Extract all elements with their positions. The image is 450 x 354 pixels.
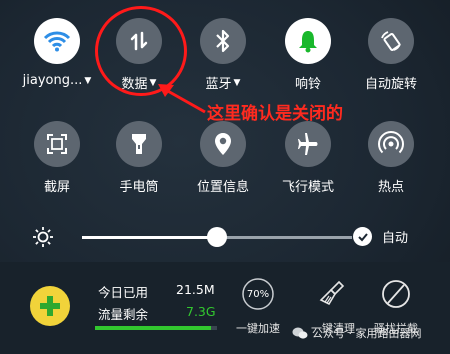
boost-button[interactable]: 70% 一键加速 bbox=[228, 276, 288, 336]
today-used-label: 今日已用 bbox=[98, 285, 149, 300]
auto-brightness-toggle[interactable]: 自动 bbox=[353, 227, 408, 246]
flashlight-label: 手电筒 bbox=[119, 180, 159, 195]
broom-icon bbox=[315, 276, 351, 312]
watermark-text: 公众号 · 家用路由器网 bbox=[312, 327, 422, 340]
airplane-label: 飞行模式 bbox=[281, 180, 334, 195]
watermark: 公众号 · 家用路由器网 bbox=[292, 325, 422, 341]
location-label: 位置信息 bbox=[196, 180, 249, 195]
flashlight-icon bbox=[116, 121, 162, 167]
brightness-row: 自动 bbox=[0, 217, 450, 257]
brightness-fill bbox=[82, 236, 217, 239]
auto-brightness-label: 自动 bbox=[382, 231, 409, 246]
hotspot-label: 热点 bbox=[377, 180, 404, 195]
screenshot-icon bbox=[34, 121, 80, 167]
brightness-icon bbox=[33, 227, 53, 247]
location-icon bbox=[200, 121, 246, 167]
brightness-slider-thumb[interactable] bbox=[207, 227, 227, 247]
boost-percent: 70% bbox=[246, 288, 270, 300]
data-remaining-label: 流量剩余 bbox=[98, 307, 149, 322]
location-tile[interactable]: 位置信息 bbox=[183, 121, 263, 195]
360-logo-icon[interactable] bbox=[30, 286, 70, 326]
data-remaining-bar-fill bbox=[95, 326, 211, 330]
today-used-value: 21.5M bbox=[176, 282, 215, 297]
airplane-mode-tile[interactable]: 飞行模式 bbox=[268, 121, 348, 195]
hotspot-tile[interactable]: 热点 bbox=[351, 121, 431, 195]
data-remaining-value: 7.3G bbox=[186, 304, 216, 319]
flashlight-tile[interactable]: 手电筒 bbox=[99, 121, 179, 195]
block-icon bbox=[378, 276, 414, 312]
screenshot-tile[interactable]: 截屏 bbox=[17, 121, 97, 195]
hotspot-icon bbox=[368, 121, 414, 167]
wechat-icon bbox=[292, 327, 308, 339]
checkmark-icon bbox=[353, 227, 372, 246]
boost-label: 一键加速 bbox=[236, 322, 280, 335]
boost-gauge-icon: 70% bbox=[240, 276, 276, 312]
screenshot-label: 截屏 bbox=[43, 180, 70, 195]
airplane-icon bbox=[285, 121, 331, 167]
